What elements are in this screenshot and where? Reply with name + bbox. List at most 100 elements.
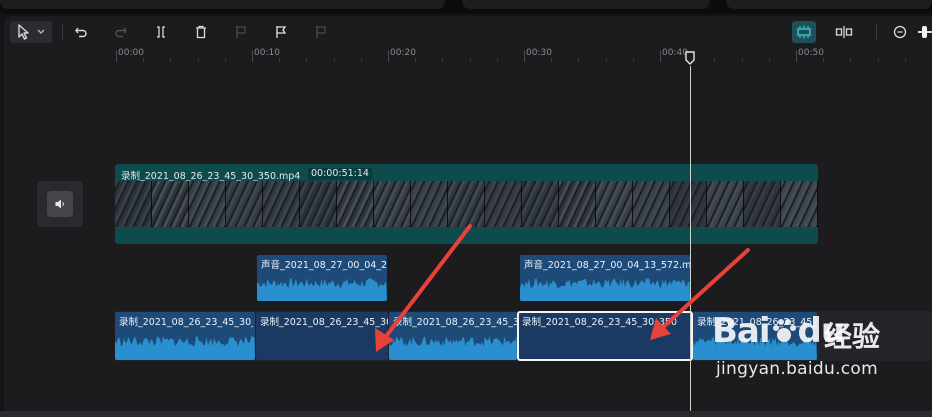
video-thumbnail-frame [189, 181, 226, 227]
voice-clip-1[interactable]: 声音_2021_08_27_00_04_28 [257, 255, 387, 301]
voice-clip-2[interactable]: 声音_2021_08_27_00_04_13_572.m [520, 255, 690, 301]
audio-clip-1[interactable]: 录制_2021_08_26_23_45_30_ [115, 312, 255, 360]
ruler-minor-tick [904, 58, 906, 62]
video-thumbnail-frame [448, 181, 485, 227]
waveform-shape [389, 336, 517, 360]
ruler-minor-tick [768, 58, 770, 62]
waveform-shape [520, 278, 690, 301]
ruler-minor-tick [170, 58, 172, 62]
ruler-minor-tick [224, 58, 226, 62]
trash-icon [194, 25, 208, 39]
audio-clip-1-title: 录制_2021_08_26_23_45_30_ [119, 317, 253, 328]
ruler-minor-tick [197, 58, 199, 62]
select-tool-button[interactable] [10, 21, 52, 43]
ruler-minor-tick [605, 58, 607, 62]
add-marker-button[interactable] [270, 21, 292, 43]
ruler-minor-tick [632, 58, 634, 62]
waveform-shape [257, 278, 387, 301]
ruler-minor-tick [850, 58, 852, 62]
ruler-minor-tick [714, 58, 716, 62]
zoom-slider-handle[interactable] [922, 26, 927, 38]
video-thumbnail-frame [670, 181, 707, 227]
watermark-jingyan: 经验 [824, 320, 881, 353]
ruler-minor-tick [360, 58, 362, 62]
flag-outline-icon [314, 25, 328, 39]
voice-clip-2-title: 声音_2021_08_27_00_04_13_572.m [524, 260, 690, 271]
track-mute-button[interactable] [37, 181, 83, 227]
marker-options-button[interactable] [310, 21, 332, 43]
video-clip[interactable]: 录制_2021_08_26_23_45_30_350.mp4 00:00:51:… [115, 164, 818, 244]
ruler-minor-tick [578, 58, 580, 62]
ruler-minor-tick [333, 58, 335, 62]
ruler-minor-tick [469, 58, 471, 62]
chevron-down-icon [37, 29, 45, 35]
horizontal-scrollbar[interactable] [0, 411, 932, 417]
video-thumbnail-frame [263, 181, 300, 227]
video-thumbnail-frame [300, 181, 337, 227]
video-clip-duration: 00:00:51:14 [308, 168, 372, 180]
magnet-icon [796, 25, 812, 39]
audio-clip-2[interactable]: 录制_2021_08_26_23_45_30 [256, 312, 388, 360]
video-thumbnail-frame [485, 181, 522, 227]
timeline-toolbar [4, 16, 932, 48]
delete-button[interactable] [190, 21, 212, 43]
toolbar-divider-right [876, 24, 877, 40]
audio-clip-4-title: 录制_2021_08_26_23_45_30_350 [522, 317, 678, 328]
playhead-handle[interactable] [684, 50, 696, 65]
video-thumbnails [115, 181, 818, 227]
audio-clip-3-title: 录制_2021_08_26_23_45_3 [393, 317, 517, 328]
video-thumbnail-frame [374, 181, 411, 227]
video-thumbnail-frame [744, 181, 781, 227]
redo-icon [114, 25, 128, 39]
ruler-minor-tick [823, 58, 825, 62]
freeze-frame-button[interactable] [230, 21, 252, 43]
ruler-major-tick [524, 50, 525, 62]
timeline-ruler[interactable]: 00:00 00:10 00:20 00:30 00:40 00:50 [4, 48, 932, 66]
video-thumbnail-frame [707, 181, 744, 227]
mute-button-face [47, 191, 73, 217]
video-thumbnail-frame [781, 181, 818, 227]
ruler-tick-label: 00:30 [526, 48, 552, 58]
undo-button[interactable] [70, 21, 92, 43]
ruler-minor-tick [877, 58, 879, 62]
video-thumbnail-frame [115, 181, 152, 227]
ruler-minor-tick [551, 58, 553, 62]
video-clip-title: 录制_2021_08_26_23_45_30_350.mp4 [121, 171, 301, 182]
split-button[interactable] [150, 21, 172, 43]
undo-icon [74, 25, 88, 39]
ruler-major-tick [660, 50, 661, 62]
zoom-out-icon [893, 25, 907, 39]
voice-clip-1-title: 声音_2021_08_27_00_04_28 [261, 260, 387, 271]
ruler-major-tick [388, 50, 389, 62]
ruler-minor-tick [306, 58, 308, 62]
ruler-major-tick [116, 50, 117, 62]
speaker-icon [54, 195, 66, 214]
ruler-major-tick [252, 50, 253, 62]
audio-clip-4-selected[interactable]: 录制_2021_08_26_23_45_30_350 [517, 311, 693, 361]
ruler-tick-label: 00:00 [118, 48, 144, 58]
ruler-minor-tick [442, 58, 444, 62]
video-thumbnail-frame [226, 181, 263, 227]
redo-button[interactable] [110, 21, 132, 43]
video-thumbnail-frame [559, 181, 596, 227]
window-top-strip [0, 0, 932, 14]
link-clips-button[interactable] [832, 21, 856, 43]
ruler-tick-label: 00:50 [798, 48, 824, 58]
video-thumbnail-frame [152, 181, 189, 227]
video-thumbnail-frame [337, 181, 374, 227]
audio-clip-3[interactable]: 录制_2021_08_26_23_45_3 [389, 312, 517, 360]
ruler-minor-tick [496, 58, 498, 62]
ruler-minor-tick [279, 58, 281, 62]
zoom-out-button[interactable] [890, 21, 910, 43]
freeze-frame-icon [234, 25, 248, 39]
magnet-snap-button[interactable] [792, 21, 816, 43]
ruler-minor-tick [143, 58, 145, 62]
ruler-tick-label: 00:20 [390, 48, 416, 58]
flag-icon [274, 25, 288, 39]
paw-icon [770, 314, 798, 342]
watermark-url: jingyan.baidu.com [716, 359, 878, 379]
top-panel-edge-right [726, 0, 932, 9]
playhead-line[interactable] [690, 66, 691, 411]
ruler-major-tick [796, 50, 797, 62]
video-thumbnail-frame [522, 181, 559, 227]
